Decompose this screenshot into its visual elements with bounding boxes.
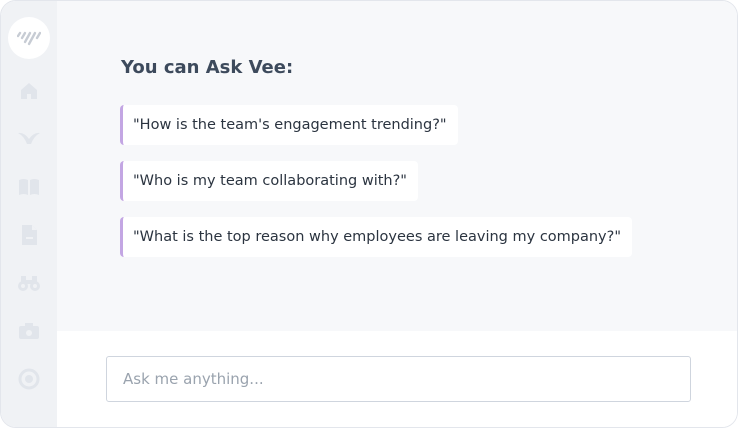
ask-input[interactable]: [106, 356, 691, 402]
document-icon[interactable]: [17, 223, 41, 247]
suggestion-label: "What is the top reason why employees ar…: [133, 229, 622, 245]
suggestion-attrition-reason[interactable]: "What is the top reason why employees ar…: [120, 217, 633, 257]
suggestion-label: "How is the team's engagement trending?": [133, 117, 447, 133]
input-bar: [57, 331, 737, 427]
camera-icon[interactable]: [17, 319, 41, 343]
home-icon[interactable]: [17, 79, 41, 103]
suggestion-engagement-trending[interactable]: "How is the team's engagement trending?": [120, 105, 458, 145]
book-icon[interactable]: [17, 175, 41, 199]
binoculars-icon[interactable]: [17, 271, 41, 295]
suggestion-team-collaboration[interactable]: "Who is my team collaborating with?": [120, 161, 418, 201]
suggestions-panel: You can Ask Vee: "How is the team's enga…: [57, 1, 737, 331]
circle-icon[interactable]: [17, 367, 41, 391]
bird-icon[interactable]: [17, 127, 41, 151]
sidebar: [1, 1, 57, 427]
vee-logo-icon[interactable]: [8, 17, 50, 59]
app-window: You can Ask Vee: "How is the team's enga…: [0, 0, 738, 428]
page-title: You can Ask Vee:: [121, 57, 294, 78]
suggestion-label: "Who is my team collaborating with?": [133, 173, 407, 189]
